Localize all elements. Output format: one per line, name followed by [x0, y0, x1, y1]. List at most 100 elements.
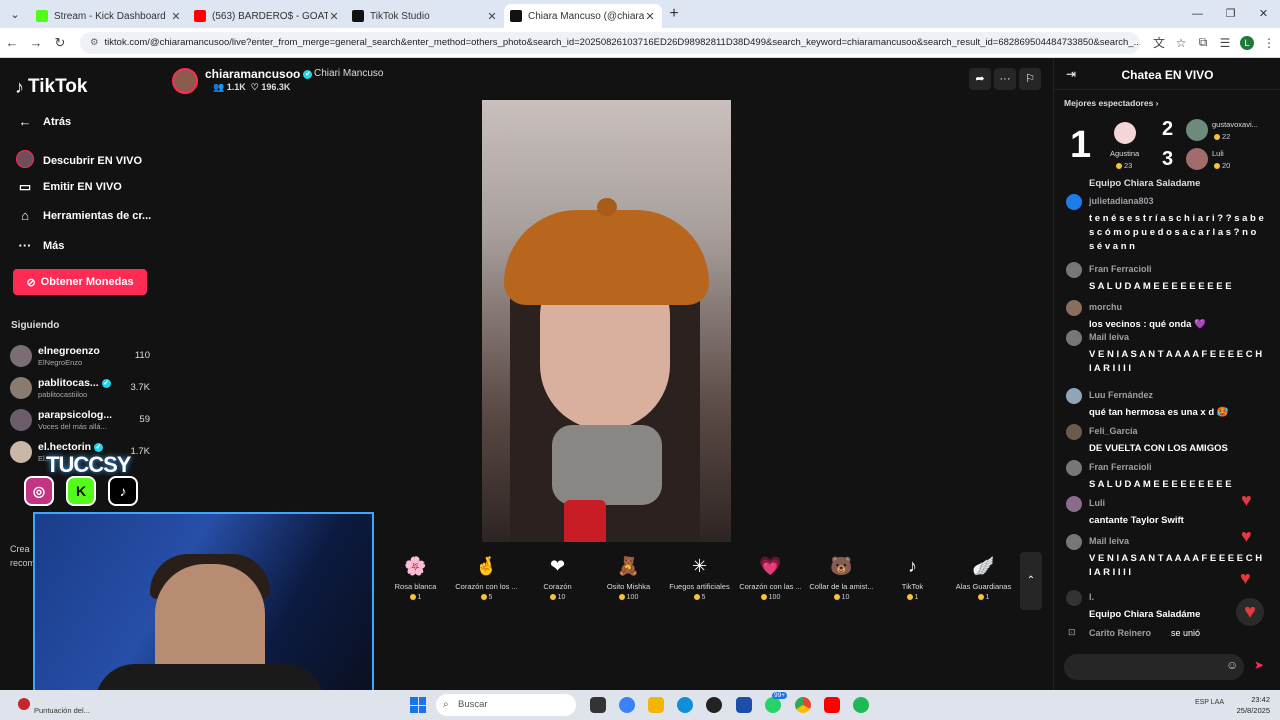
more-options-icon[interactable]: ···	[994, 68, 1016, 90]
whatsapp-icon[interactable]	[765, 697, 781, 713]
youtube-icon[interactable]	[824, 697, 840, 713]
streamer-avatar[interactable]	[172, 68, 198, 94]
minimize-icon[interactable]: —	[1181, 0, 1214, 28]
streamer-username[interactable]: chiaramancusoo ✓	[205, 67, 313, 81]
gift-item[interactable]: 💗 Corazón con las ... 100	[735, 548, 806, 610]
tiktok-logo[interactable]: ♪ TikTok	[15, 76, 87, 98]
video-beret-stem	[597, 198, 617, 216]
back-arrow-icon[interactable]: ←	[0, 35, 24, 50]
avatar[interactable]	[1066, 460, 1082, 476]
site-info-icon[interactable]: ⚙	[90, 37, 99, 48]
following-item[interactable]: elnegroenzo ElNegroEnzo 110	[10, 343, 150, 369]
avatar[interactable]	[1114, 122, 1136, 144]
emoji-icon[interactable]: ☺	[1226, 658, 1238, 672]
chat-username[interactable]: julietadiana803	[1089, 196, 1154, 206]
tab-search-chevron-icon[interactable]: ⌄	[0, 8, 30, 21]
windows-start-icon[interactable]	[410, 697, 426, 713]
close-window-icon[interactable]: ✕	[1247, 0, 1280, 28]
top-viewers-heading[interactable]: Mejores espectadores ›	[1064, 98, 1159, 108]
close-tab-icon[interactable]: ✕	[328, 10, 340, 23]
avatar[interactable]	[1186, 148, 1208, 170]
browser-tab[interactable]: Stream - Kick Dashboard ✕	[30, 4, 188, 28]
taskbar-language[interactable]: ESP LAA	[1195, 699, 1224, 706]
sidebar-item-creator-tools[interactable]: ⌂ Herramientas de cr...	[15, 208, 151, 223]
send-icon[interactable]: ➤	[1254, 658, 1264, 672]
gift-item[interactable]: ✳ Fuegos artificiales 5	[664, 548, 735, 610]
chat-username[interactable]: Mail leiva	[1089, 536, 1129, 546]
taskbar-search[interactable]: ⌕ Buscar	[436, 694, 576, 716]
sidebar-item-discover-live[interactable]: Descubrir EN VIVO	[15, 150, 142, 171]
extensions-icon[interactable]: ⧉	[1192, 35, 1214, 50]
gift-item[interactable]: 🌸 Rosa blanca 1	[380, 548, 451, 610]
chat-username[interactable]: Feli_García	[1089, 426, 1138, 436]
chat-username[interactable]: l.	[1089, 592, 1094, 602]
obs-icon[interactable]	[706, 697, 722, 713]
reading-list-icon[interactable]: ☰	[1214, 36, 1236, 50]
avatar[interactable]	[1066, 590, 1082, 606]
forward-arrow-icon[interactable]: →	[24, 35, 48, 50]
avatar[interactable]	[1066, 534, 1082, 550]
share-icon[interactable]: ➦	[969, 68, 991, 90]
avatar[interactable]	[1186, 119, 1208, 141]
chat-username[interactable]: Mail leiva	[1089, 332, 1129, 342]
chat-username[interactable]: Fran Ferracioli	[1089, 462, 1152, 472]
sidebar-item-more[interactable]: ··· Más	[15, 238, 65, 253]
spotify-icon[interactable]	[853, 697, 869, 713]
chat-username[interactable]: Luli	[1089, 498, 1105, 508]
reload-icon[interactable]: ↻	[48, 35, 72, 51]
browser-menu-icon[interactable]: ⋮	[1258, 36, 1280, 50]
avatar[interactable]	[1066, 330, 1082, 346]
avatar[interactable]	[1066, 262, 1082, 278]
close-tab-icon[interactable]: ✕	[486, 10, 498, 23]
report-icon[interactable]: ⚐	[1019, 68, 1041, 90]
avatar[interactable]	[1066, 300, 1082, 316]
gift-icon: 🪽	[972, 556, 995, 576]
gift-bar: 🌸 Rosa blanca 1 🤞 Corazón con los ... 5 ❤ Coraz…	[380, 548, 1040, 610]
chat-input[interactable]	[1064, 654, 1244, 680]
chat-username[interactable]: Fran Ferracioli	[1089, 264, 1152, 274]
gift-icon: 💗	[759, 556, 782, 576]
gift-item[interactable]: ❤ Corazón 10	[522, 548, 593, 610]
file-explorer-icon[interactable]	[648, 697, 664, 713]
following-item[interactable]: parapsicolog... Voces del más allá... 59	[10, 407, 150, 433]
taskbar-clock[interactable]: 23:42 25/8/2025	[1237, 694, 1270, 716]
task-view-icon[interactable]	[590, 697, 606, 713]
avatar[interactable]	[1066, 388, 1082, 404]
gift-item[interactable]: ♪ TikTok 1	[877, 548, 948, 610]
edge-icon[interactable]	[677, 697, 693, 713]
gift-item[interactable]: 🐻 Collar de la amist... 10	[806, 548, 877, 610]
profile-avatar[interactable]: L	[1240, 35, 1254, 50]
translate-icon[interactable]: 文	[1148, 34, 1170, 51]
collapse-chat-icon[interactable]: ⇥	[1066, 67, 1076, 81]
sidebar-item-go-live[interactable]: ▭ Emitir EN VIVO	[15, 179, 122, 195]
following-item[interactable]: pablitocas... ✓ pablitocastiiloo 3.7K	[10, 375, 150, 401]
chrome-icon[interactable]	[795, 697, 811, 713]
browser-tab[interactable]: Chiara Mancuso (@chiaram ✕	[504, 4, 662, 28]
widget-icon[interactable]	[18, 698, 30, 710]
live-chat-panel: Chatea EN VIVO ⇥ Mejores espectadores › …	[1053, 58, 1280, 690]
url-field[interactable]: ⚙ tiktok.com/@chiaramancusoo/live?enter_f…	[80, 31, 1140, 54]
like-button-heart-icon[interactable]: ♥	[1236, 598, 1264, 626]
gift-item[interactable]: 🤞 Corazón con los ... 5	[451, 548, 522, 610]
gift-item[interactable]: 🪽 Alas Guardianas 1	[948, 548, 1019, 610]
avatar[interactable]	[1066, 194, 1082, 210]
bookmark-star-icon[interactable]: ☆	[1170, 36, 1192, 50]
new-tab-button[interactable]: +	[662, 5, 686, 23]
chat-username[interactable]: Luu Fernández	[1089, 390, 1153, 400]
expand-gifts-button[interactable]: ⌃	[1020, 552, 1042, 610]
browser-tab[interactable]: TikTok Studio ✕	[346, 4, 504, 28]
store-icon[interactable]	[736, 697, 752, 713]
avatar[interactable]	[1066, 496, 1082, 512]
back-link[interactable]: ← Atrás	[15, 114, 72, 129]
get-coins-button[interactable]: ⊘ Obtener Monedas	[13, 269, 147, 295]
browser-tab[interactable]: (563) BARDERO$ - GOAT (Vide✕	[188, 4, 346, 28]
gift-item[interactable]: 🧸 Osito Mishka 100	[593, 548, 664, 610]
close-tab-icon[interactable]: ✕	[170, 10, 182, 23]
chat-username[interactable]: morchu	[1089, 302, 1122, 312]
coin-icon	[480, 594, 487, 601]
live-video[interactable]	[482, 100, 731, 542]
maximize-icon[interactable]: ❐	[1214, 0, 1247, 28]
close-tab-icon[interactable]: ✕	[644, 10, 656, 23]
copilot-icon[interactable]	[619, 697, 635, 713]
avatar[interactable]	[1066, 424, 1082, 440]
